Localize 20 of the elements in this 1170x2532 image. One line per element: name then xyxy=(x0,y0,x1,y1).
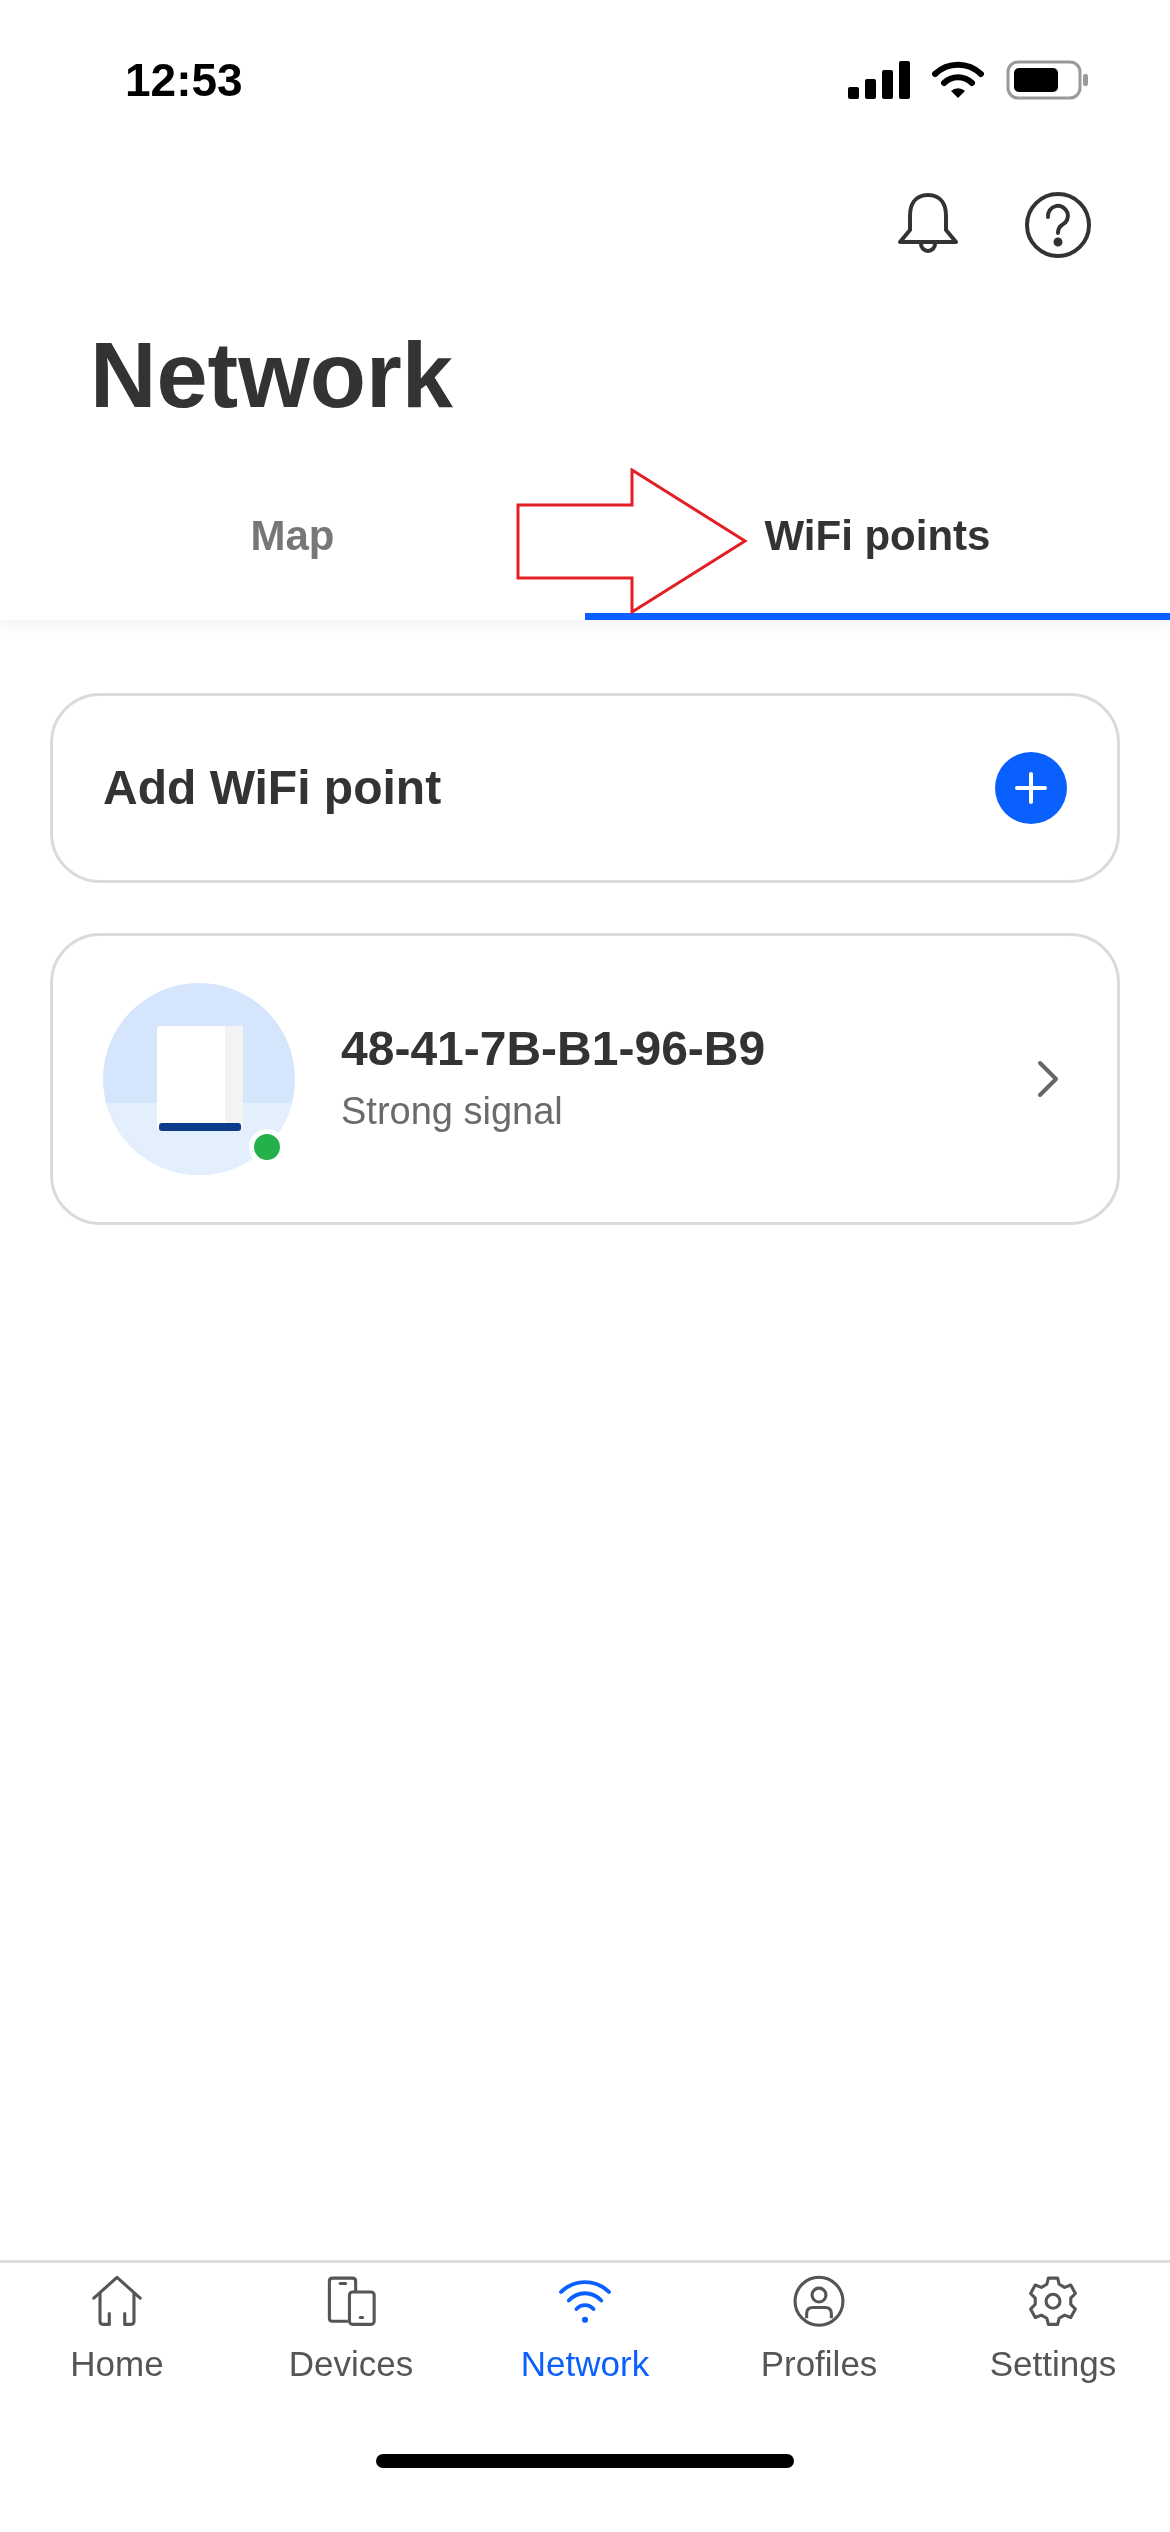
help-icon xyxy=(1024,191,1092,259)
wifi-point-card[interactable]: 48-41-7B-B1-96-B9 Strong signal xyxy=(50,933,1120,1225)
nav-tab[interactable]: Devices xyxy=(234,2275,468,2390)
page-title: Network xyxy=(90,329,453,421)
wifi-icon xyxy=(932,61,984,99)
add-wifi-point-card[interactable]: Add WiFi point xyxy=(50,693,1120,883)
plus-icon xyxy=(995,752,1067,824)
tab[interactable]: WiFi points xyxy=(585,450,1170,620)
tab[interactable]: Map xyxy=(0,450,585,620)
battery-icon xyxy=(1006,60,1090,100)
add-wifi-point-label: Add WiFi point xyxy=(103,760,442,816)
nav-tab[interactable]: Home xyxy=(0,2275,234,2390)
signal-icon xyxy=(848,61,910,99)
signal-status: Strong signal xyxy=(341,1088,564,1134)
chevron-right-icon xyxy=(1037,1060,1059,1098)
nav-tab[interactable]: Settings xyxy=(936,2275,1170,2390)
nav-tab[interactable]: Profiles xyxy=(702,2275,936,2390)
status-time: 12:53 xyxy=(125,52,243,108)
nav-tab[interactable]: Network xyxy=(468,2275,702,2390)
wifi-point-name: 48-41-7B-B1-96-B9 xyxy=(341,1020,767,1077)
